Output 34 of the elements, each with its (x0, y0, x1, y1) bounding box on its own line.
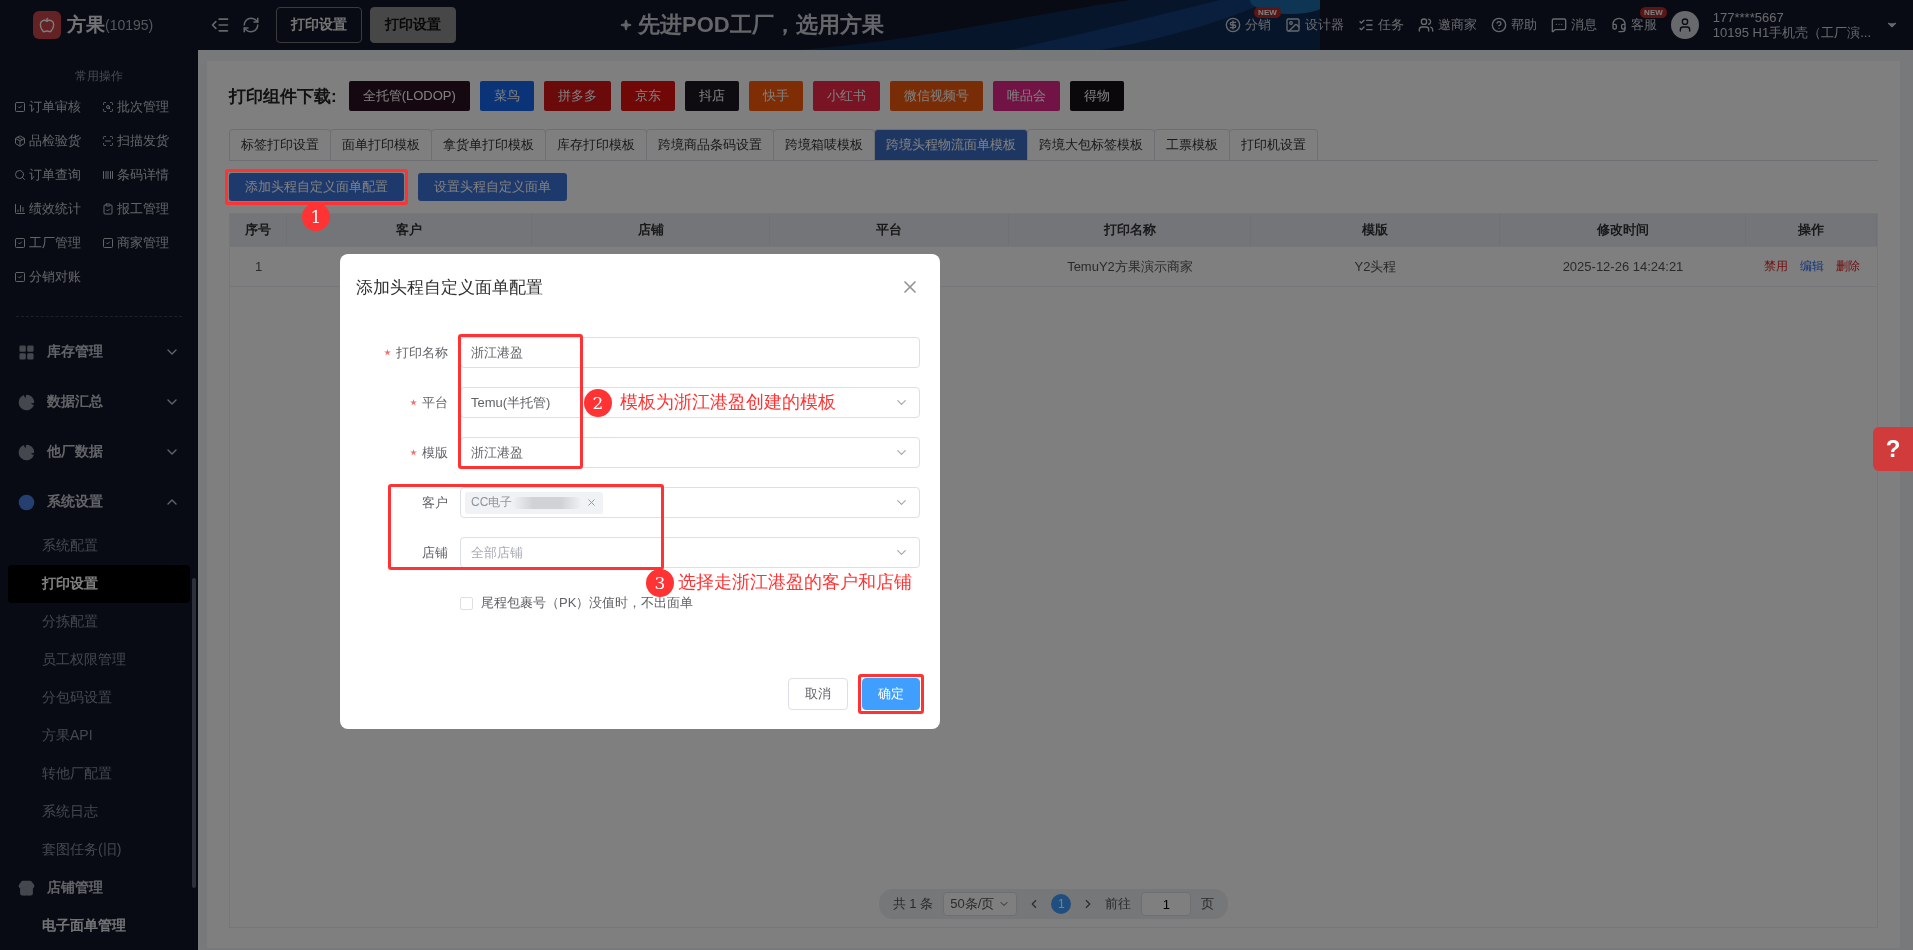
brand-name: 方果 (67, 13, 105, 37)
table-cell-text: 2025-12-26 14:24:21 (1561, 258, 1685, 276)
table-cell-text: 1 (253, 258, 264, 276)
dialog-title: 添加头程自定义面单配置 (356, 276, 543, 299)
user-company: 10195 H1手机壳（工厂演... (1712, 25, 1871, 40)
field-label: 平台 (422, 393, 448, 412)
column-header: 平台 (770, 214, 1009, 246)
column-header: 操作 (1746, 214, 1877, 246)
field-label: 模版 (422, 443, 448, 462)
brand-id: (10195) (105, 17, 154, 33)
field-label: 客户 (422, 493, 448, 512)
field-label: 打印名称 (396, 343, 448, 362)
annotation-text: 模板为浙江港盈创建的模板 (620, 391, 836, 414)
goto-label: 前往 (1105, 895, 1132, 913)
total-count: 共 1 条 (892, 895, 934, 913)
new-badge: NEW (1640, 7, 1667, 18)
step-marker: 3 (646, 569, 674, 597)
column-header: 打印名称 (1009, 214, 1251, 246)
annotation-text: 选择走浙江港盈的客户和店铺 (678, 571, 912, 594)
column-header: 模版 (1251, 214, 1500, 246)
banner-slogan: 先进POD工厂，选用方果 (638, 11, 884, 39)
section-title: 常用操作 (74, 68, 124, 85)
table-cell-text: Y2头程 (1353, 257, 1398, 276)
checkbox-label: 尾程包裹号（PK）没值时，不出面单 (481, 594, 694, 612)
table-cell-text: TemuY2方果演示商家 (1066, 257, 1194, 276)
column-header: 序号 (230, 214, 287, 246)
section-title: 打印组件下载: (229, 85, 337, 108)
column-header: 修改时间 (1500, 214, 1746, 246)
user-phone: 177****5667 (1712, 10, 1785, 25)
column-header: 店铺 (532, 214, 770, 246)
new-badge: NEW (1254, 7, 1281, 18)
tag-label: CC电子 (471, 494, 513, 511)
field-label: 店铺 (422, 543, 448, 562)
page-suffix: 页 (1201, 895, 1215, 913)
